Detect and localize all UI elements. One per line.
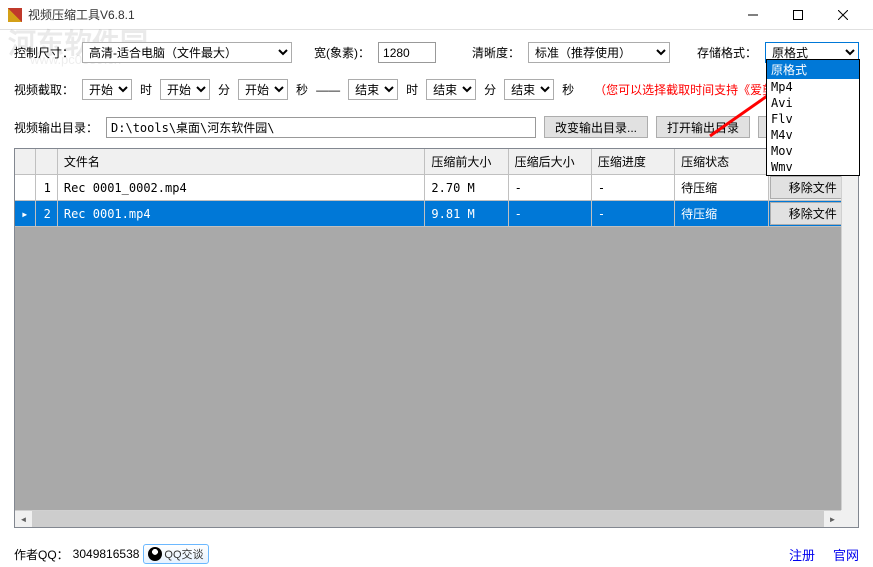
app-icon bbox=[8, 8, 22, 22]
cell-after: - bbox=[508, 201, 591, 227]
table-row[interactable]: 1Rec 0001_0002.mp42.70 M--待压缩移除文件 bbox=[15, 175, 858, 201]
cell-status: 待压缩 bbox=[675, 175, 768, 201]
author-qq: 3049816538 bbox=[73, 547, 140, 561]
clarity-select[interactable]: 标准（推荐使用） bbox=[528, 42, 670, 63]
titlebar: 视频压缩工具V6.8.1 bbox=[0, 0, 873, 30]
format-option[interactable]: Mov bbox=[767, 143, 859, 159]
table-row[interactable]: ▸2Rec 0001.mp49.81 M--待压缩移除文件 bbox=[15, 201, 858, 227]
file-table-container: 文件名 压缩前大小 压缩后大小 压缩进度 压缩状态 操作 1Rec 0001_0… bbox=[14, 148, 859, 528]
maximize-button[interactable] bbox=[775, 0, 820, 30]
close-button[interactable] bbox=[820, 0, 865, 30]
clarity-label: 清晰度： bbox=[472, 44, 520, 61]
hour-label-2: 时 bbox=[406, 81, 418, 98]
format-option[interactable]: M4v bbox=[767, 127, 859, 143]
format-option[interactable]: 原格式 bbox=[767, 60, 859, 79]
col-status[interactable]: 压缩状态 bbox=[675, 149, 768, 175]
cell-progress: - bbox=[591, 201, 674, 227]
window-title: 视频压缩工具V6.8.1 bbox=[28, 6, 730, 23]
scrollbar-corner bbox=[841, 510, 858, 527]
window-controls bbox=[730, 0, 865, 30]
settings-row-3: 视频输出目录： 改变输出目录... 打开输出目录 添加文件... bbox=[0, 106, 873, 144]
min-label-2: 分 bbox=[484, 81, 496, 98]
author-label: 作者QQ： bbox=[14, 546, 69, 563]
col-after[interactable]: 压缩后大小 bbox=[508, 149, 591, 175]
scroll-right-icon[interactable]: ► bbox=[824, 511, 841, 528]
sec-label-1: 秒 bbox=[296, 81, 308, 98]
settings-row-2: 视频截取： 开始 时 开始 分 开始 秒 —— 结束 时 结束 分 结束 秒 （… bbox=[0, 69, 873, 106]
sec-label-2: 秒 bbox=[562, 81, 574, 98]
cell-after: - bbox=[508, 175, 591, 201]
format-option[interactable]: Mp4 bbox=[767, 79, 859, 95]
end-hour-select[interactable]: 结束 bbox=[348, 79, 398, 100]
col-num[interactable] bbox=[35, 149, 57, 175]
col-indicator[interactable] bbox=[15, 149, 35, 175]
footer: 作者QQ： 3049816538 QQ交谈 注册 官网 bbox=[0, 541, 873, 567]
width-input[interactable] bbox=[378, 42, 436, 63]
cell-num: 1 bbox=[35, 175, 57, 201]
format-option[interactable]: Flv bbox=[767, 111, 859, 127]
qq-talk-text: QQ交谈 bbox=[164, 546, 203, 562]
capture-hint: （您可以选择截取时间支持《爱剪 bbox=[594, 81, 774, 98]
col-progress[interactable]: 压缩进度 bbox=[591, 149, 674, 175]
file-table: 文件名 压缩前大小 压缩后大小 压缩进度 压缩状态 操作 1Rec 0001_0… bbox=[15, 149, 858, 227]
change-dir-button[interactable]: 改变输出目录... bbox=[544, 116, 648, 138]
output-path-input[interactable] bbox=[106, 117, 536, 138]
open-dir-button[interactable]: 打开输出目录 bbox=[656, 116, 750, 138]
min-label-1: 分 bbox=[218, 81, 230, 98]
cell-progress: - bbox=[591, 175, 674, 201]
minimize-button[interactable] bbox=[730, 0, 775, 30]
start-sec-select[interactable]: 开始 bbox=[238, 79, 288, 100]
format-label: 存储格式： bbox=[697, 44, 757, 61]
output-label: 视频输出目录： bbox=[14, 119, 98, 136]
cell-name: Rec 0001.mp4 bbox=[57, 201, 425, 227]
end-sec-select[interactable]: 结束 bbox=[504, 79, 554, 100]
hour-label-1: 时 bbox=[140, 81, 152, 98]
format-dropdown-list[interactable]: 原格式Mp4AviFlvM4vMovWmv bbox=[766, 59, 860, 176]
format-option[interactable]: Avi bbox=[767, 95, 859, 111]
size-label: 控制尺寸： bbox=[14, 44, 74, 61]
col-before[interactable]: 压缩前大小 bbox=[425, 149, 508, 175]
cell-before: 9.81 M bbox=[425, 201, 508, 227]
start-hour-select[interactable]: 开始 bbox=[82, 79, 132, 100]
width-label: 宽(象素)： bbox=[314, 44, 370, 61]
col-name[interactable]: 文件名 bbox=[57, 149, 425, 175]
cell-status: 待压缩 bbox=[675, 201, 768, 227]
horizontal-scrollbar[interactable]: ◄ ► bbox=[15, 510, 841, 527]
separator: —— bbox=[316, 83, 340, 97]
row-indicator: ▸ bbox=[15, 201, 35, 227]
row-indicator bbox=[15, 175, 35, 201]
register-link[interactable]: 注册 bbox=[789, 545, 815, 564]
start-min-select[interactable]: 开始 bbox=[160, 79, 210, 100]
size-select[interactable]: 高清-适合电脑（文件最大） bbox=[82, 42, 292, 63]
settings-row-1: 控制尺寸： 高清-适合电脑（文件最大） 宽(象素)： 清晰度： 标准（推荐使用）… bbox=[0, 30, 873, 69]
scroll-thumb[interactable] bbox=[32, 511, 824, 528]
scroll-left-icon[interactable]: ◄ bbox=[15, 511, 32, 528]
cell-num: 2 bbox=[35, 201, 57, 227]
qq-talk-badge[interactable]: QQ交谈 bbox=[143, 544, 208, 564]
qq-penguin-icon bbox=[148, 547, 162, 561]
capture-label: 视频截取： bbox=[14, 81, 74, 98]
website-link[interactable]: 官网 bbox=[833, 545, 859, 564]
format-option[interactable]: Wmv bbox=[767, 159, 859, 175]
end-min-select[interactable]: 结束 bbox=[426, 79, 476, 100]
cell-name: Rec 0001_0002.mp4 bbox=[57, 175, 425, 201]
cell-before: 2.70 M bbox=[425, 175, 508, 201]
vertical-scrollbar[interactable] bbox=[841, 149, 858, 510]
